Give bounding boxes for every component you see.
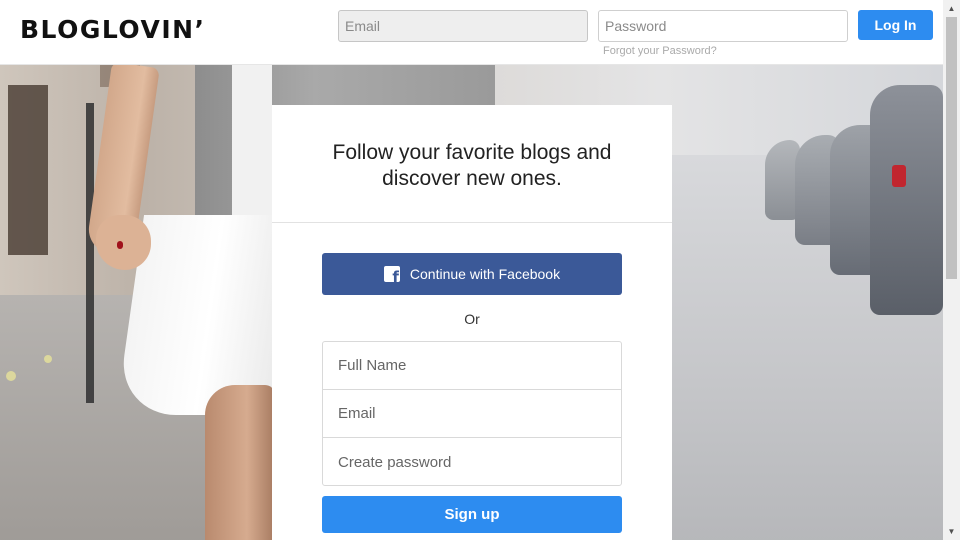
photo-bokeh <box>44 355 52 363</box>
page-scrollbar[interactable]: ▲ ▼ <box>943 0 960 540</box>
signup-email-field[interactable] <box>323 390 621 438</box>
top-header: BLOGLOVIN’ Log In Forgot your Password? <box>0 0 943 65</box>
arrow-up-icon[interactable]: ▲ <box>943 0 960 17</box>
photo-pole <box>86 103 94 403</box>
photo-car <box>870 85 943 315</box>
photo-leg <box>205 385 275 540</box>
scrollbar-thumb[interactable] <box>946 17 957 279</box>
signup-card: Follow your favorite blogs and discover … <box>272 105 672 540</box>
sign-up-button[interactable]: Sign up <box>322 496 622 533</box>
photo-window <box>8 85 48 255</box>
login-password-field[interactable] <box>598 10 848 42</box>
card-divider <box>272 222 672 223</box>
forgot-password-link[interactable]: Forgot your Password? <box>603 45 717 57</box>
signup-headline: Follow your favorite blogs and discover … <box>332 141 612 190</box>
facebook-button-label: Continue with Facebook <box>409 266 561 282</box>
photo-nail <box>117 241 123 249</box>
bloglovin-logo[interactable]: BLOGLOVIN’ <box>20 15 206 45</box>
create-password-field[interactable] <box>323 438 621 486</box>
photo-bokeh <box>6 371 16 381</box>
full-name-field[interactable] <box>323 342 621 390</box>
continue-with-facebook-button[interactable]: f Continue with Facebook <box>322 253 622 295</box>
login-button[interactable]: Log In <box>858 10 933 40</box>
photo-taillight <box>892 165 906 187</box>
photo-hand <box>96 215 151 270</box>
arrow-down-icon[interactable]: ▼ <box>943 523 960 540</box>
facebook-icon: f <box>383 266 400 282</box>
or-separator: Or <box>464 311 480 327</box>
login-email-field[interactable] <box>338 10 588 42</box>
signup-fields <box>322 341 622 486</box>
